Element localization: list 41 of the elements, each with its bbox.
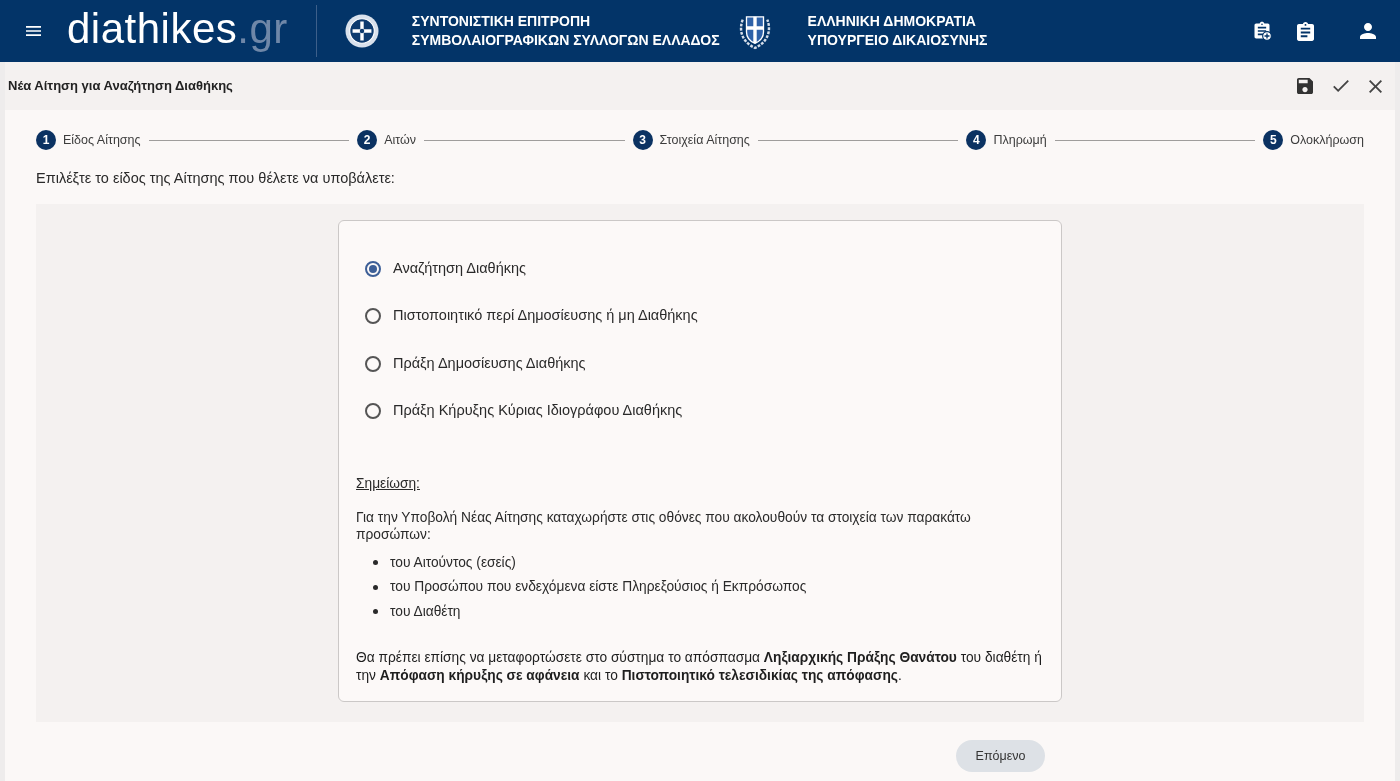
note-list-item: του Αιτούντος (εσείς) xyxy=(390,553,516,572)
radio-option[interactable]: Πράξη Δημοσίευσης Διαθήκης xyxy=(365,340,586,388)
radio-icon[interactable] xyxy=(365,308,381,325)
radio-option[interactable]: Πράξη Κήρυξης Κύριας Ιδιογράφου Διαθήκης xyxy=(365,387,683,435)
organization-name: ΣΥΝΤΟΝΙΣΤΙΚΗ ΕΠΙΤΡΟΠΗ ΣΥΜΒΟΛΑΙΟΓΡΑΦΙΚΩΝ ΣΥΛΛΟΓΩΝ ΕΛΛΑΔΟΣ xyxy=(411,12,720,50)
bullet-icon xyxy=(373,560,378,566)
close-icon[interactable] xyxy=(1369,79,1382,93)
seal-emblem-icon xyxy=(344,14,379,48)
check-icon[interactable] xyxy=(1333,80,1349,92)
radio-icon[interactable] xyxy=(365,355,381,372)
radio-icon[interactable] xyxy=(365,260,381,277)
step-number: 3 xyxy=(632,130,653,150)
page-title: Νέα Αίτηση για Αναζήτηση Διαθήκης xyxy=(8,77,233,96)
bullet-icon xyxy=(373,584,378,590)
save-icon[interactable] xyxy=(1297,78,1313,94)
step-number: 1 xyxy=(36,130,56,150)
clipboard-plus-icon[interactable] xyxy=(1252,21,1272,41)
note-heading: Σημείωση: xyxy=(356,475,420,493)
step-number: 5 xyxy=(1263,130,1284,150)
organization-name: ΕΛΛΗΝΙΚΗ ΔΗΜΟΚΡΑΤΙΑ ΥΠΟΥΡΓΕΙΟ ΔΙΚΑΙΟΣΥΝΗΣ xyxy=(807,12,988,50)
site-logo[interactable]: diathikes.gr xyxy=(67,8,288,54)
step-label: Πληρωμή xyxy=(993,131,1047,149)
menu-icon[interactable] xyxy=(26,26,41,36)
step-label: Είδος Αίτησης xyxy=(63,131,141,149)
note-list-item: του Προσώπου που ενδεχόμενα είστε Πληρεξούσιος ή Εκπρόσωπος xyxy=(390,578,807,597)
clipboard-icon[interactable] xyxy=(1297,21,1314,41)
prompt-text: Επιλέξτε το είδος της Αίτησης που θέλετε να υποβάλετε: xyxy=(36,169,395,187)
step-label: Ολοκλήρωση xyxy=(1290,131,1365,149)
note-intro: Για την Υποβολή Νέας Αίτησης καταχωρήστε στις οθόνες που ακολουθούν τα στοιχεία των παρακάτω προσώπων: xyxy=(356,508,972,543)
step-number: 4 xyxy=(966,130,987,150)
radio-icon[interactable] xyxy=(365,403,381,420)
radio-option[interactable]: Αναζήτηση Διαθήκης xyxy=(365,245,526,293)
radio-option[interactable]: Πιστοποιητικό περί Δημοσίευσης ή μη Διαθήκης xyxy=(365,292,698,340)
step-number: 2 xyxy=(357,130,378,150)
step-label: Στοιχεία Αίτησης xyxy=(659,131,750,149)
bullet-icon xyxy=(373,609,378,615)
next-button[interactable]: Επόμενο xyxy=(956,740,1045,772)
step-label: Αιτών xyxy=(384,131,416,149)
note-list-item: του Διαθέτη xyxy=(390,602,461,621)
account-icon[interactable] xyxy=(1360,23,1376,39)
note-closing: Θα πρέπει επίσης να μεταφορτώσετε στο σύστημα το απόσπασμα Ληξιαρχικής Πράξης Θανάτου του διαθέτη ή την Απόφαση κήρυξης σε αφάνεια και το Πιστοποιητικό τελεσιδικίας της απόφασης. xyxy=(356,649,1043,685)
